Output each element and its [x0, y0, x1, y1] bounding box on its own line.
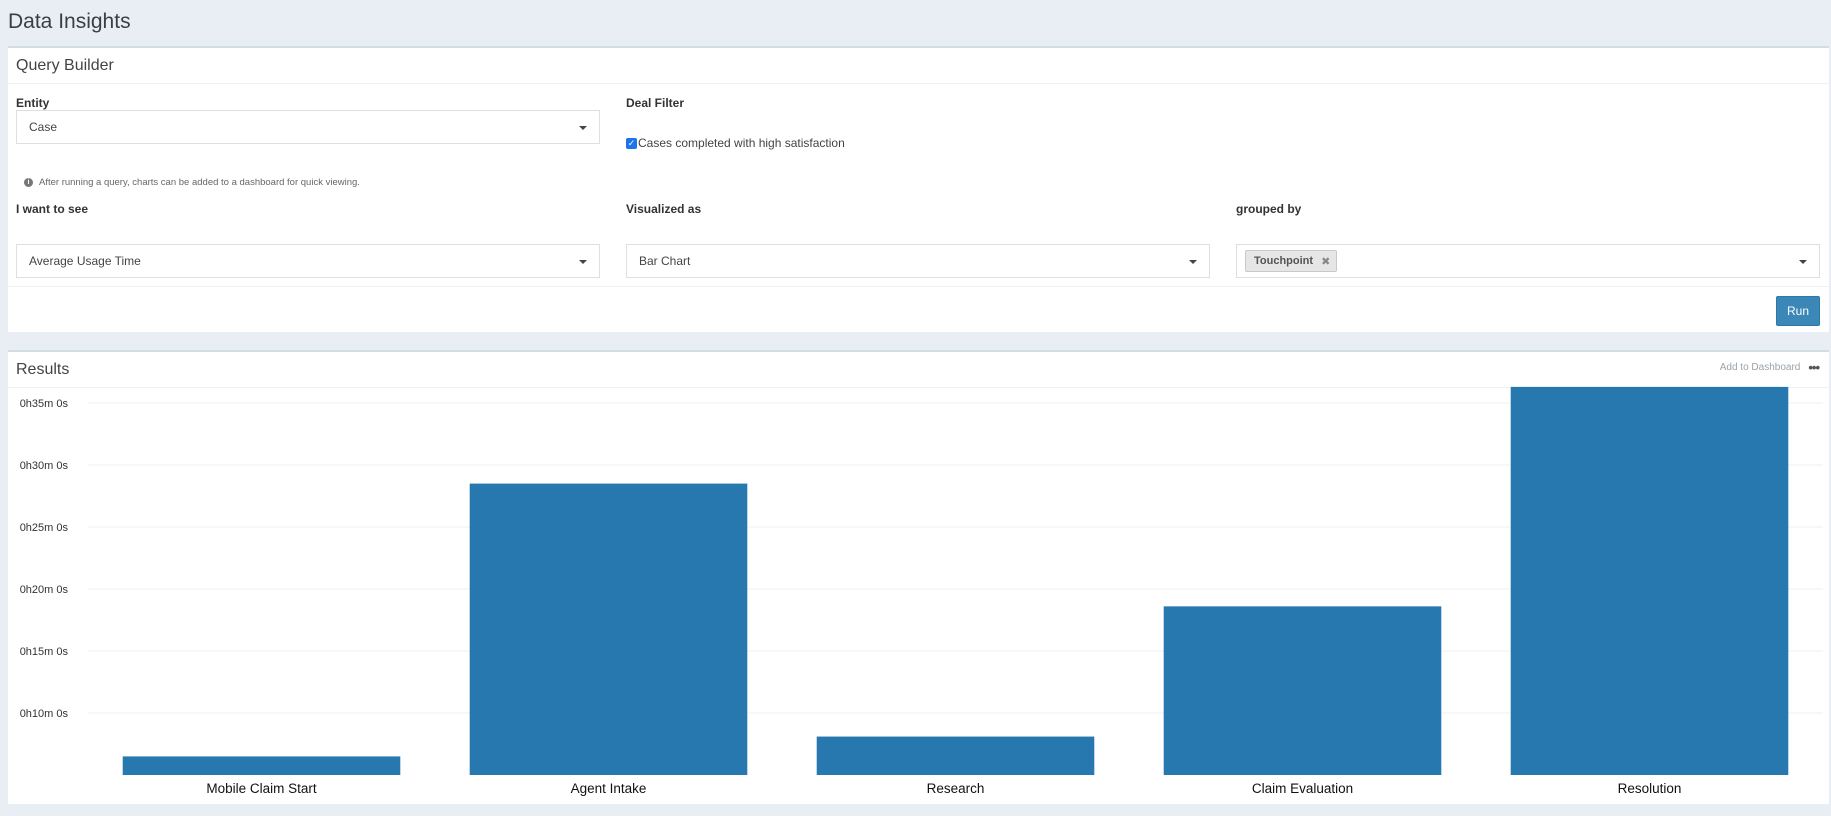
- touchpoint-tag: Touchpoint ✖: [1245, 250, 1338, 272]
- y-tick-label: 0h15m 0s: [20, 646, 69, 658]
- chevron-down-icon: [579, 260, 587, 264]
- deal-filter-label: Deal Filter: [626, 96, 685, 110]
- query-builder-panel: Query Builder Entity Case Deal Filter ✓ …: [8, 46, 1829, 332]
- deal-filter-option-label: Cases completed with high satisfaction: [638, 136, 845, 150]
- y-tick-label: 0h35m 0s: [20, 398, 69, 410]
- x-tick-label: Research: [927, 781, 985, 796]
- want-to-see-label: I want to see: [16, 202, 89, 216]
- visualized-as-label: Visualized as: [626, 202, 702, 216]
- visualized-as-value: Bar Chart: [639, 254, 691, 268]
- bar: [816, 736, 1095, 775]
- hint-label: After running a query, charts can be add…: [39, 177, 360, 188]
- run-button[interactable]: Run: [1776, 296, 1820, 326]
- bar: [122, 756, 401, 775]
- y-tick-label: 0h10m 0s: [20, 708, 69, 720]
- results-panel: Results Add to Dashboard ••• 0h10m 0s 0h1…: [8, 350, 1829, 804]
- y-tick-label: 0h25m 0s: [20, 522, 69, 534]
- page-title: Data Insights: [8, 10, 131, 33]
- deal-filter-option[interactable]: ✓ Cases completed with high satisfaction: [626, 136, 845, 150]
- divider: [8, 286, 1829, 287]
- entity-select[interactable]: Case: [16, 110, 600, 144]
- info-icon: i: [24, 178, 33, 187]
- close-icon[interactable]: ✖: [1321, 255, 1330, 268]
- y-tick-label: 0h20m 0s: [20, 584, 69, 596]
- query-builder-header: Query Builder: [8, 48, 1829, 84]
- tag-label: Touchpoint: [1254, 255, 1314, 267]
- bar: [469, 483, 748, 775]
- x-tick-label: Resolution: [1618, 781, 1682, 796]
- checkbox-checked-icon[interactable]: ✓: [626, 137, 637, 149]
- visualized-as-select[interactable]: Bar Chart: [626, 244, 1210, 278]
- entity-label: Entity: [16, 96, 50, 110]
- x-tick-label: Claim Evaluation: [1252, 781, 1353, 796]
- query-builder-title: Query Builder: [16, 56, 114, 74]
- x-tick-label: Mobile Claim Start: [206, 781, 317, 796]
- grouped-by-select[interactable]: Touchpoint ✖: [1236, 244, 1820, 278]
- results-bar-chart: 0h10m 0s 0h15m 0s 0h20m 0s 0h25m 0s 0h30m 0s…: [20, 386, 1823, 796]
- hint-text: i After running a query, charts can be a…: [24, 177, 360, 188]
- x-tick-label: Agent Intake: [571, 781, 647, 796]
- bar: [1163, 606, 1442, 775]
- chevron-down-icon: [579, 126, 587, 130]
- want-to-see-value: Average Usage Time: [29, 254, 141, 268]
- grouped-by-label: grouped by: [1236, 202, 1302, 216]
- chevron-down-icon: [1799, 260, 1807, 264]
- y-tick-label: 0h30m 0s: [20, 460, 69, 472]
- chevron-down-icon: [1189, 260, 1197, 264]
- want-to-see-select[interactable]: Average Usage Time: [16, 244, 600, 278]
- entity-value: Case: [29, 120, 58, 134]
- bar: [1510, 386, 1789, 775]
